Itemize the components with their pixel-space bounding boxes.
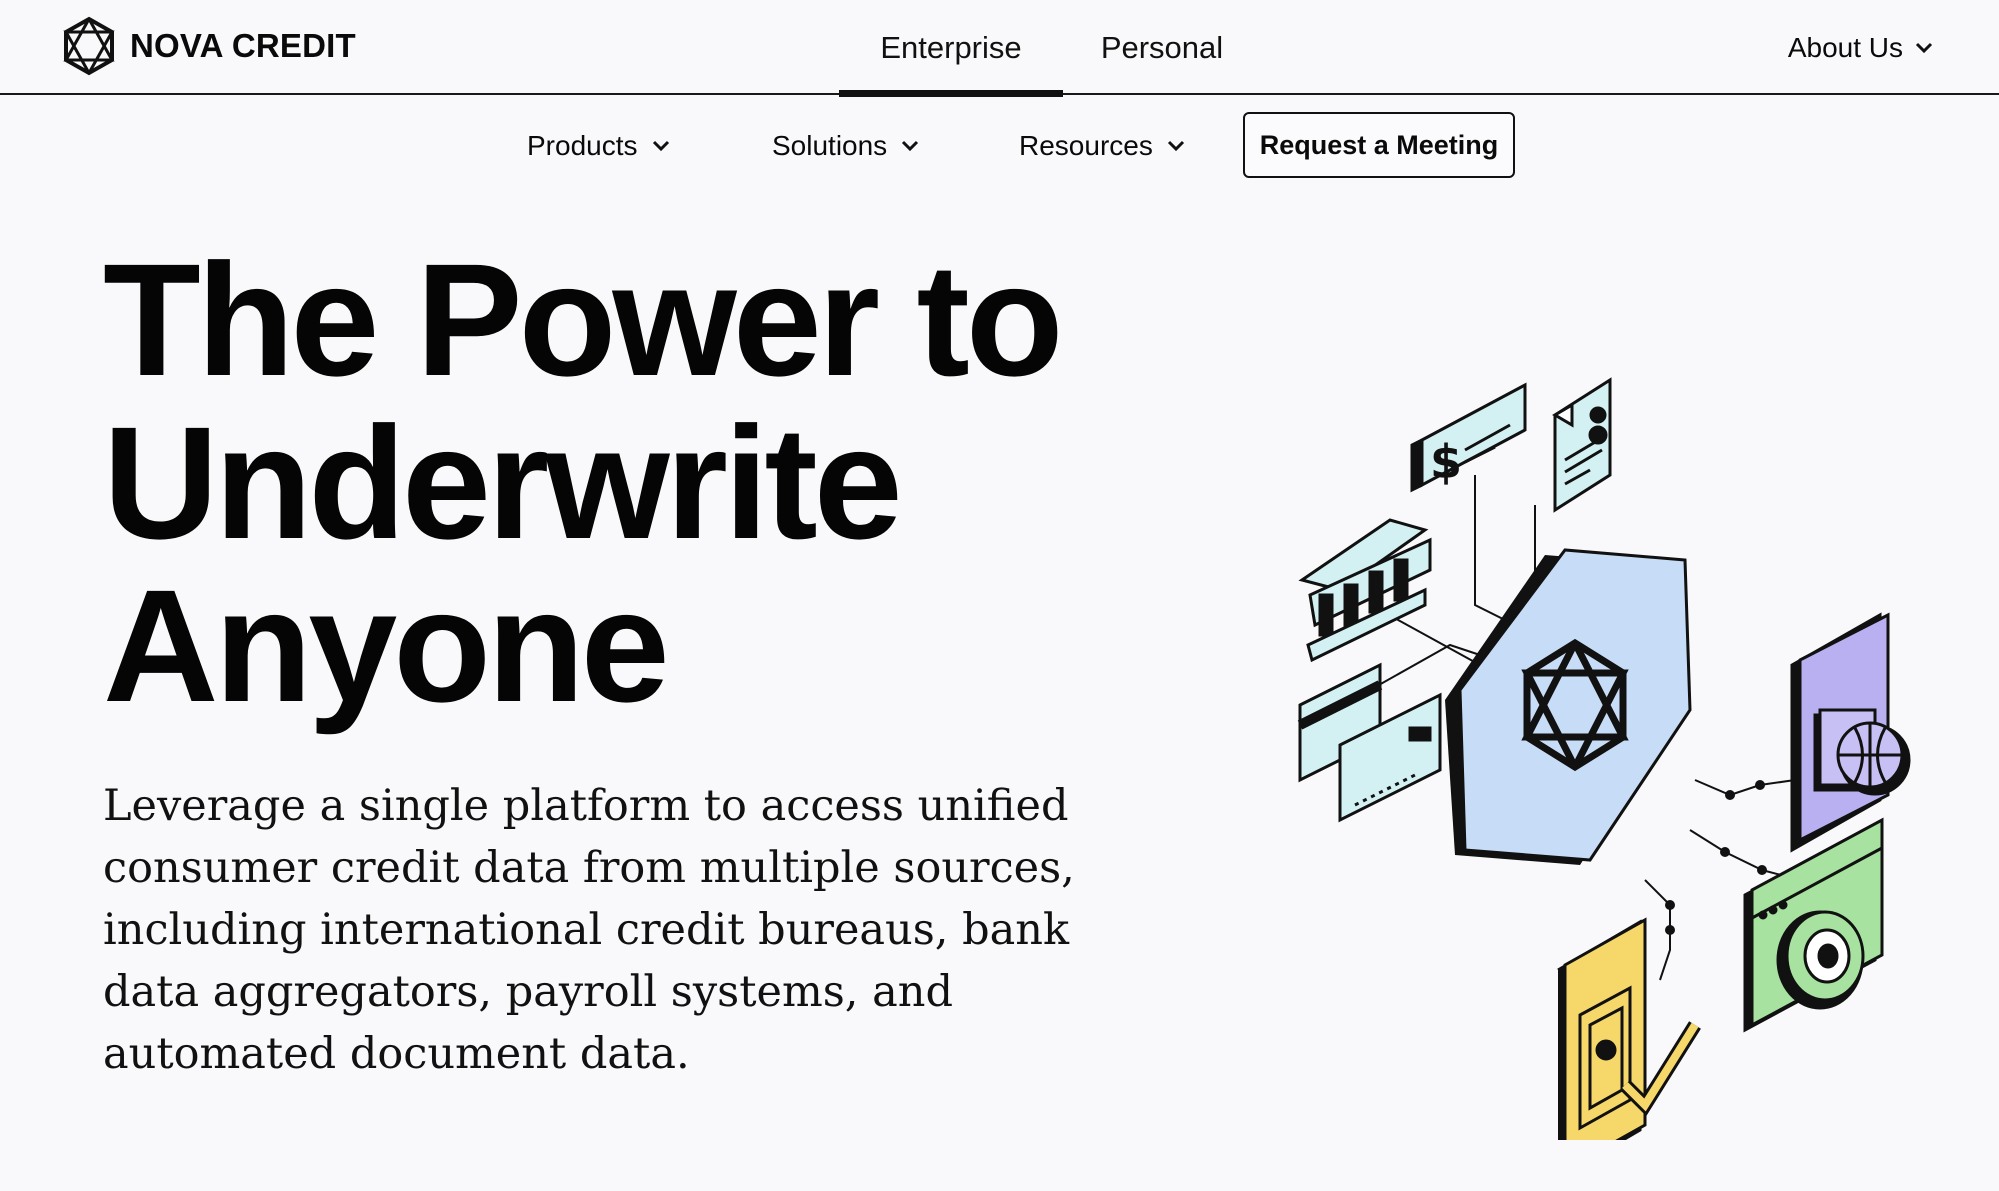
browser-target-icon: [1743, 817, 1884, 1033]
logo-icon: [63, 16, 115, 76]
products-label: Products: [527, 130, 638, 161]
hero-title-line: The Power to: [103, 230, 1064, 409]
solutions-menu[interactable]: Solutions: [772, 118, 919, 174]
chevron-down-icon: [652, 140, 669, 152]
hero-title-line: Anyone: [103, 556, 670, 735]
svg-text:$: $: [1430, 435, 1462, 489]
id-verify-icon: [1557, 917, 1701, 1140]
about-us-label: About Us: [1787, 31, 1903, 63]
chevron-down-icon: [1167, 140, 1184, 152]
document-icon: [1552, 377, 1612, 513]
tab-personal[interactable]: Personal: [1080, 0, 1244, 95]
resources-menu[interactable]: Resources: [1019, 118, 1185, 174]
tab-enterprise[interactable]: Enterprise: [839, 0, 1063, 97]
hub-icon: [1445, 548, 1692, 865]
platform-illustration: $: [1297, 377, 1911, 1140]
products-menu[interactable]: Products: [527, 118, 670, 174]
bank-icon: [1298, 518, 1432, 663]
resources-label: Resources: [1019, 130, 1153, 161]
brand-logo[interactable]: NOVA CREDIT: [62, 16, 356, 76]
chevron-down-icon: [1915, 42, 1933, 53]
top-navigation: NOVA CREDIT Enterprise Personal About Us: [0, 0, 1999, 97]
hero-description: Leverage a single platform to access uni…: [103, 781, 1075, 1079]
phone-globe-icon: [1790, 612, 1911, 853]
hero-title: The Power to Underwrite Anyone: [103, 238, 1203, 727]
hero-title-line: Underwrite: [103, 393, 903, 572]
solutions-label: Solutions: [772, 130, 888, 161]
credit-card-icon: [1297, 662, 1442, 823]
chevron-down-icon: [902, 140, 919, 152]
brand-name: NOVA CREDIT: [130, 27, 356, 64]
about-us-menu[interactable]: About Us: [1788, 0, 1933, 95]
request-meeting-button[interactable]: Request a Meeting: [1243, 112, 1515, 178]
check-icon: $: [1410, 382, 1527, 493]
